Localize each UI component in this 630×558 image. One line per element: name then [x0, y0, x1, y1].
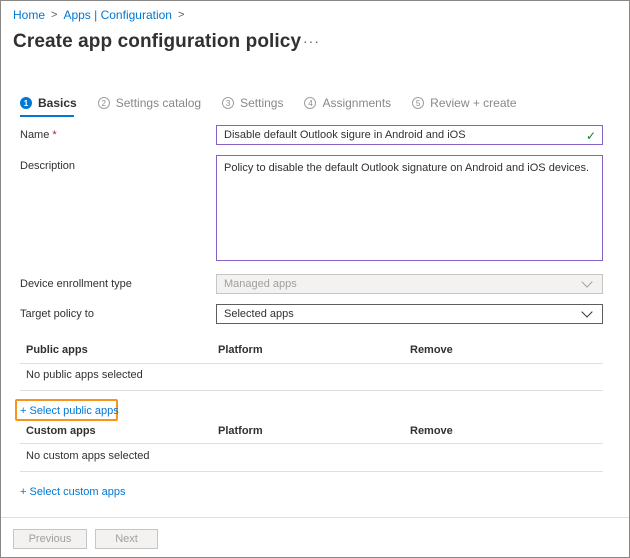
name-input[interactable]: Disable default Outlook sigure in Androi…	[216, 125, 603, 145]
more-options-icon[interactable]: ···	[303, 33, 320, 49]
window-frame: Home > Apps | Configuration > Create app…	[0, 0, 630, 558]
step-number-icon: 5	[412, 97, 425, 109]
public-apps-empty-row: No public apps selected	[26, 369, 143, 381]
step-label: Settings	[240, 96, 284, 110]
step-label: Review + create	[430, 96, 517, 110]
step-basics[interactable]: 1 Basics	[20, 96, 77, 110]
step-number-icon: 3	[222, 97, 235, 109]
name-label: Name *	[20, 129, 57, 141]
enrollment-type-value: Managed apps	[224, 278, 297, 290]
description-label: Description	[20, 160, 76, 172]
step-assignments[interactable]: 4 Assignments	[304, 96, 391, 110]
target-policy-value: Selected apps	[224, 308, 294, 320]
table-divider	[20, 471, 603, 472]
name-label-text: Name	[20, 129, 50, 141]
select-custom-apps-link[interactable]: + Select custom apps	[20, 486, 125, 498]
step-number-icon: 1	[20, 97, 32, 109]
public-remove-column-header: Remove	[410, 344, 453, 356]
name-input-value: Disable default Outlook sigure in Androi…	[224, 129, 466, 141]
breadcrumb: Home > Apps | Configuration >	[13, 8, 184, 22]
step-label: Basics	[38, 96, 77, 110]
custom-remove-column-header: Remove	[410, 425, 453, 437]
table-divider	[20, 363, 603, 364]
wizard-steps: 1 Basics 2 Settings catalog 3 Settings 4…	[20, 96, 538, 110]
breadcrumb-separator-icon: >	[51, 9, 58, 21]
select-public-apps-link[interactable]: + Select public apps	[20, 405, 119, 417]
footer-divider	[1, 517, 629, 518]
public-apps-column-header: Public apps	[26, 344, 88, 356]
step-settings[interactable]: 3 Settings	[222, 96, 283, 110]
step-review-create[interactable]: 5 Review + create	[412, 96, 517, 110]
enrollment-type-label: Device enrollment type	[20, 278, 132, 290]
breadcrumb-apps-configuration[interactable]: Apps | Configuration	[63, 8, 172, 22]
step-settings-catalog[interactable]: 2 Settings catalog	[97, 96, 202, 110]
table-divider	[20, 443, 603, 444]
step-number-icon: 4	[304, 97, 317, 109]
step-number-icon: 2	[97, 97, 110, 109]
enrollment-type-dropdown: Managed apps	[216, 274, 603, 294]
next-button[interactable]: Next	[95, 529, 158, 549]
public-platform-column-header: Platform	[218, 344, 263, 356]
target-policy-label: Target policy to	[20, 308, 94, 320]
chevron-down-icon	[581, 276, 593, 288]
previous-button[interactable]: Previous	[13, 529, 87, 549]
step-label: Settings catalog	[115, 96, 202, 110]
description-textarea[interactable]: Policy to disable the default Outlook si…	[216, 155, 603, 261]
target-policy-dropdown[interactable]: Selected apps	[216, 304, 603, 324]
required-marker: *	[52, 129, 57, 141]
custom-apps-empty-row: No custom apps selected	[26, 450, 150, 462]
page-title: Create app configuration policy	[13, 31, 302, 52]
table-divider	[20, 390, 603, 391]
checkmark-icon: ✓	[585, 129, 596, 143]
custom-apps-column-header: Custom apps	[26, 425, 96, 437]
chevron-down-icon	[581, 306, 593, 318]
active-step-indicator	[20, 115, 74, 117]
custom-platform-column-header: Platform	[218, 425, 263, 437]
breadcrumb-separator-icon: >	[177, 9, 185, 21]
step-label: Assignments	[322, 96, 392, 110]
breadcrumb-home[interactable]: Home	[13, 8, 45, 22]
